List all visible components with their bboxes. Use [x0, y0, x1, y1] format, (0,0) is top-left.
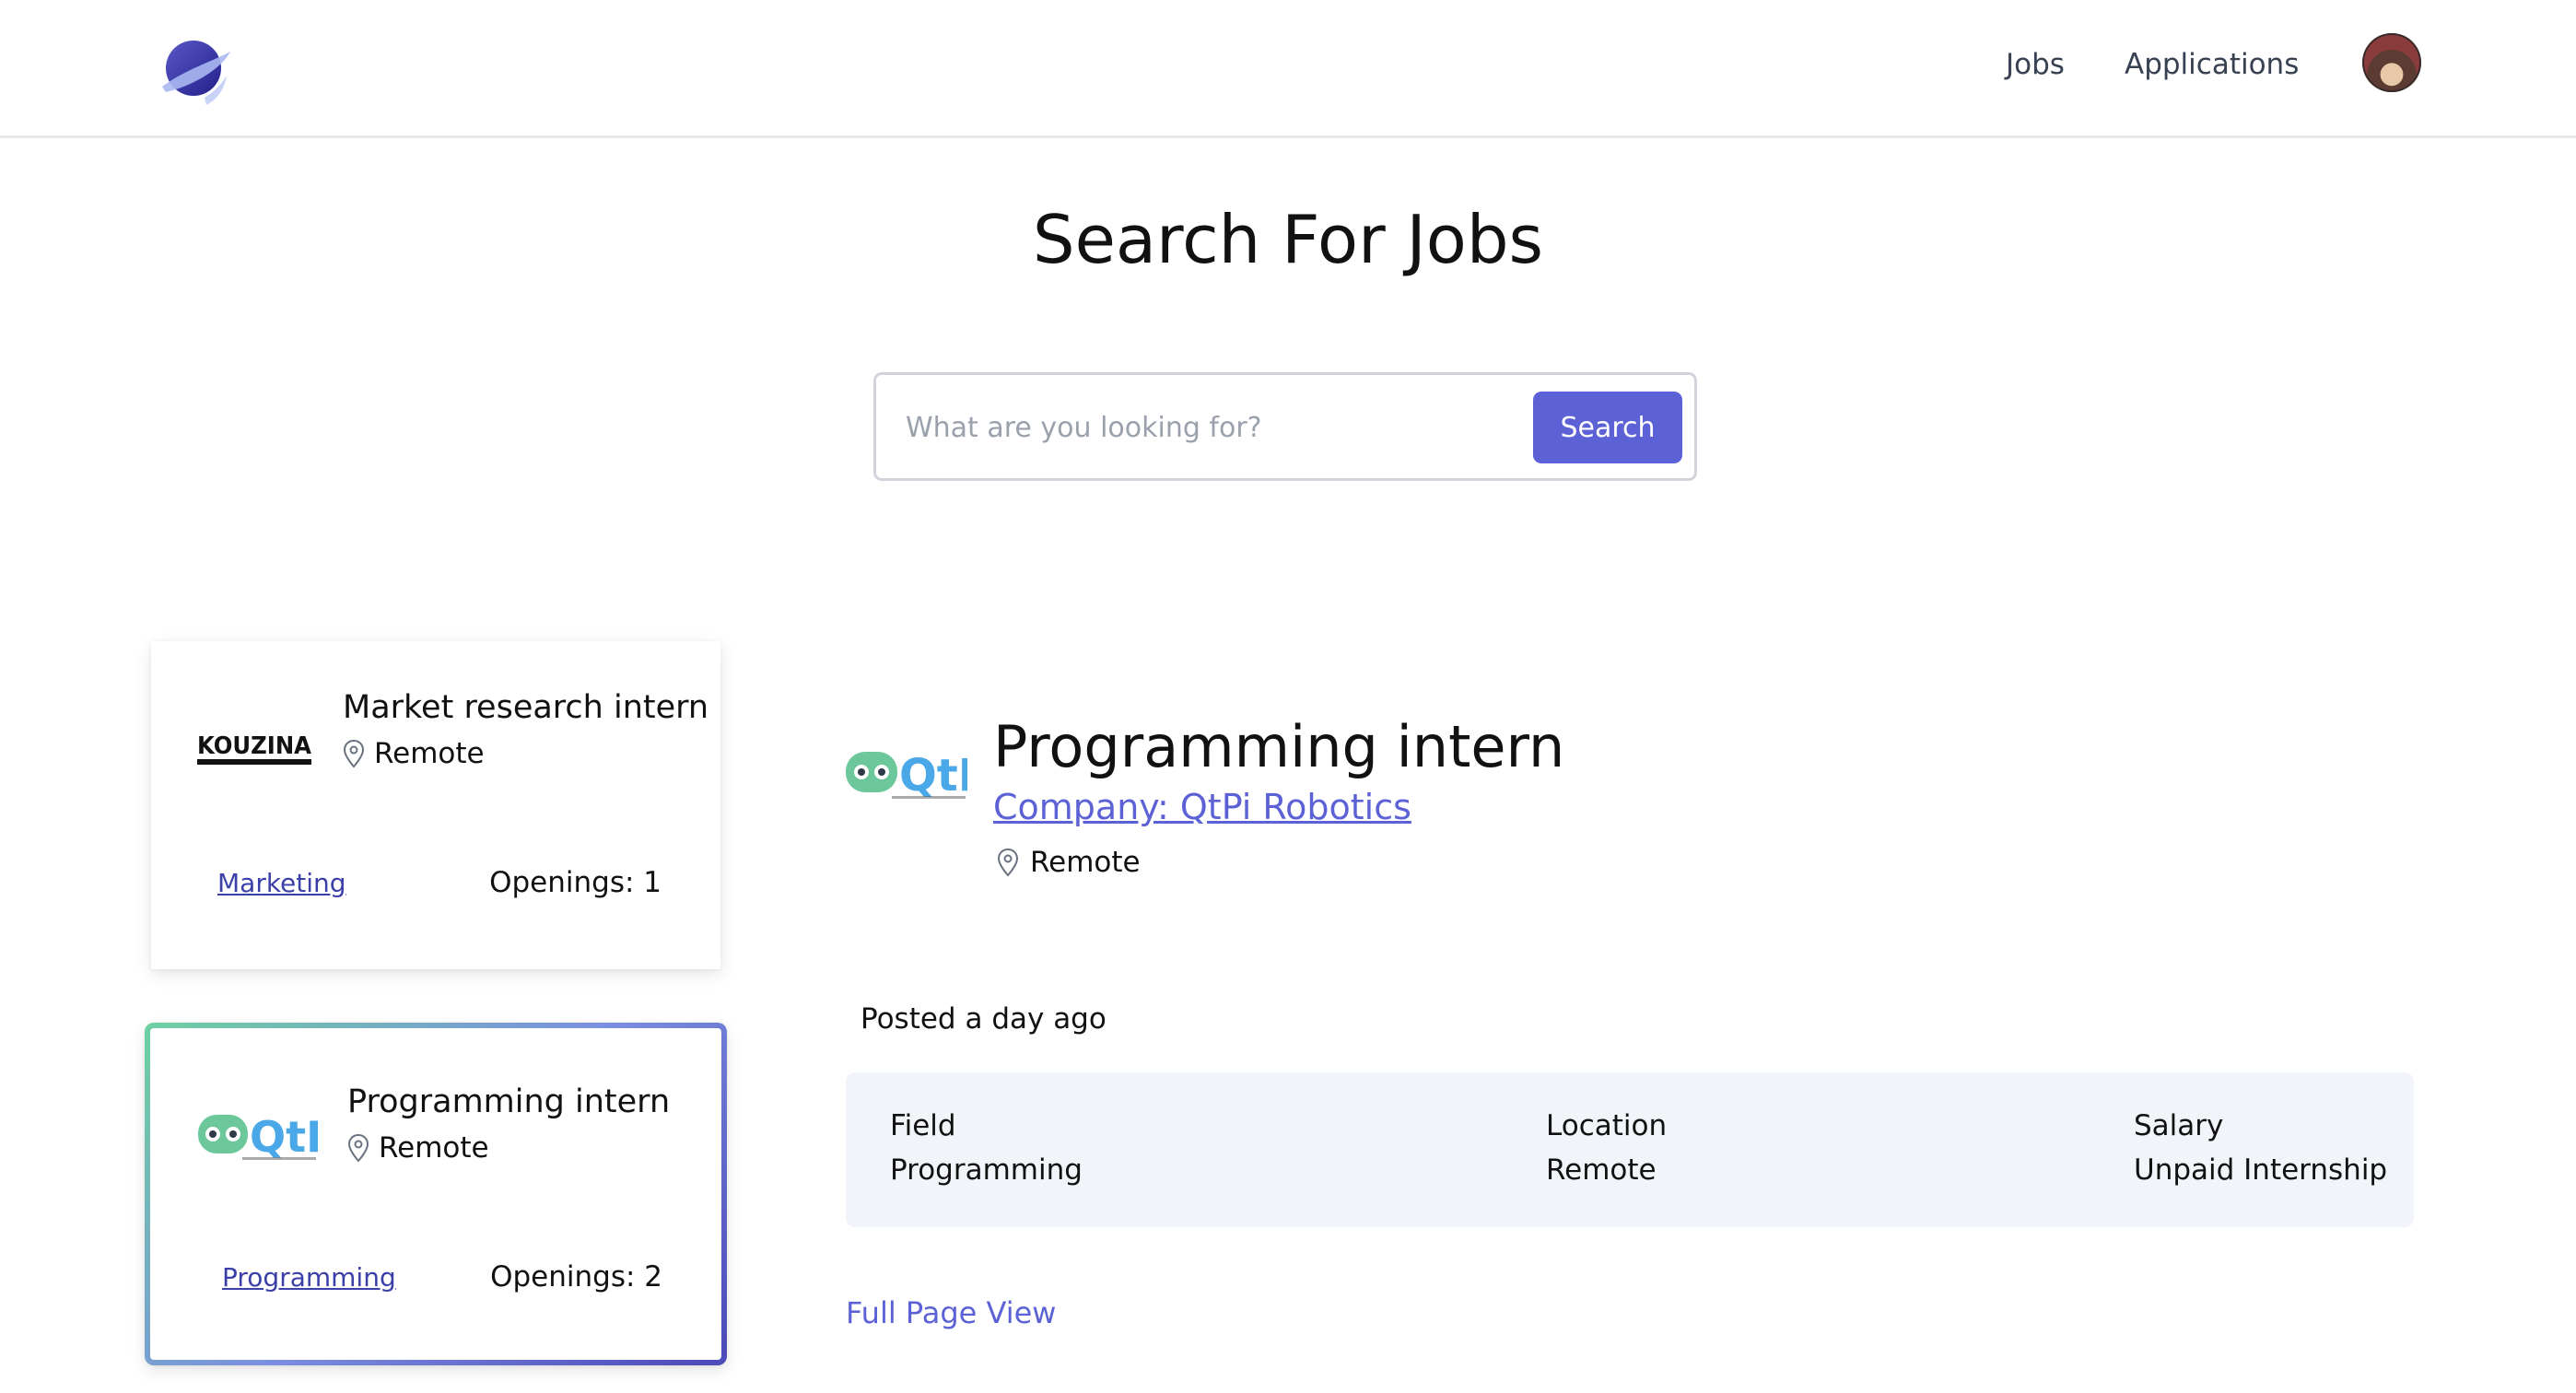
job-openings: Openings: 2	[490, 1260, 662, 1294]
user-avatar[interactable]	[2362, 33, 2421, 92]
svg-text:QtPi: QtPi	[250, 1112, 318, 1162]
planet-logo-icon[interactable]	[157, 33, 234, 111]
job-card-market-research[interactable]: KOUZINA Market research intern Remote Ma…	[151, 641, 720, 969]
job-title: Programming intern	[347, 1083, 671, 1120]
info-location-label: Location	[1546, 1109, 1668, 1142]
info-field-value: Programming	[890, 1153, 1083, 1187]
job-title: Market research intern	[343, 689, 709, 726]
search-input[interactable]	[904, 392, 1479, 463]
job-field-link[interactable]: Marketing	[217, 868, 346, 898]
job-card-programming[interactable]: QtPi Programming intern Remote Programmi…	[145, 1023, 727, 1365]
job-location: Remote	[347, 1131, 489, 1165]
job-location-text: Remote	[374, 737, 485, 770]
location-pin-icon	[347, 1133, 369, 1163]
info-salary: Salary Unpaid Internship	[2134, 1104, 2387, 1192]
job-field-link[interactable]: Programming	[222, 1262, 396, 1293]
posted-date: Posted a day ago	[861, 1002, 1107, 1036]
job-info-panel: Field Programming Location Remote Salary…	[846, 1072, 2414, 1227]
kouzina-logo: KOUZINA	[197, 732, 311, 765]
location-pin-icon	[997, 848, 1019, 877]
svg-text:KOUZINA: KOUZINA	[197, 732, 311, 760]
detail-company-link[interactable]: Company: QtPi Robotics	[993, 787, 1411, 827]
job-location: Remote	[343, 737, 485, 770]
info-location: Location Remote	[1546, 1104, 1667, 1192]
nav-applications-link[interactable]: Applications	[2125, 48, 2299, 81]
location-pin-icon	[343, 739, 365, 768]
info-location-value: Remote	[1546, 1153, 1657, 1187]
info-salary-value: Unpaid Internship	[2134, 1153, 2388, 1187]
search-bar: Search	[873, 372, 1697, 481]
info-field-label: Field	[890, 1109, 956, 1142]
detail-location: Remote	[997, 846, 1141, 879]
nav-jobs-link[interactable]: Jobs	[2006, 48, 2065, 81]
page-title: Search For Jobs	[1032, 201, 1544, 278]
info-field: Field Programming	[890, 1104, 1083, 1192]
detail-location-text: Remote	[1030, 846, 1141, 879]
top-navbar: Jobs Applications	[0, 0, 2576, 138]
job-openings: Openings: 1	[489, 866, 662, 899]
job-location-text: Remote	[379, 1131, 489, 1165]
detail-job-title: Programming intern	[993, 713, 1565, 780]
search-button[interactable]: Search	[1533, 392, 1682, 463]
info-salary-label: Salary	[2134, 1109, 2224, 1142]
svg-text:QtPi: QtPi	[899, 750, 967, 802]
qtpi-logo: QtPi	[198, 1112, 318, 1162]
qtpi-company-logo: QtPi	[846, 750, 967, 802]
full-page-view-link[interactable]: Full Page View	[846, 1295, 1056, 1330]
